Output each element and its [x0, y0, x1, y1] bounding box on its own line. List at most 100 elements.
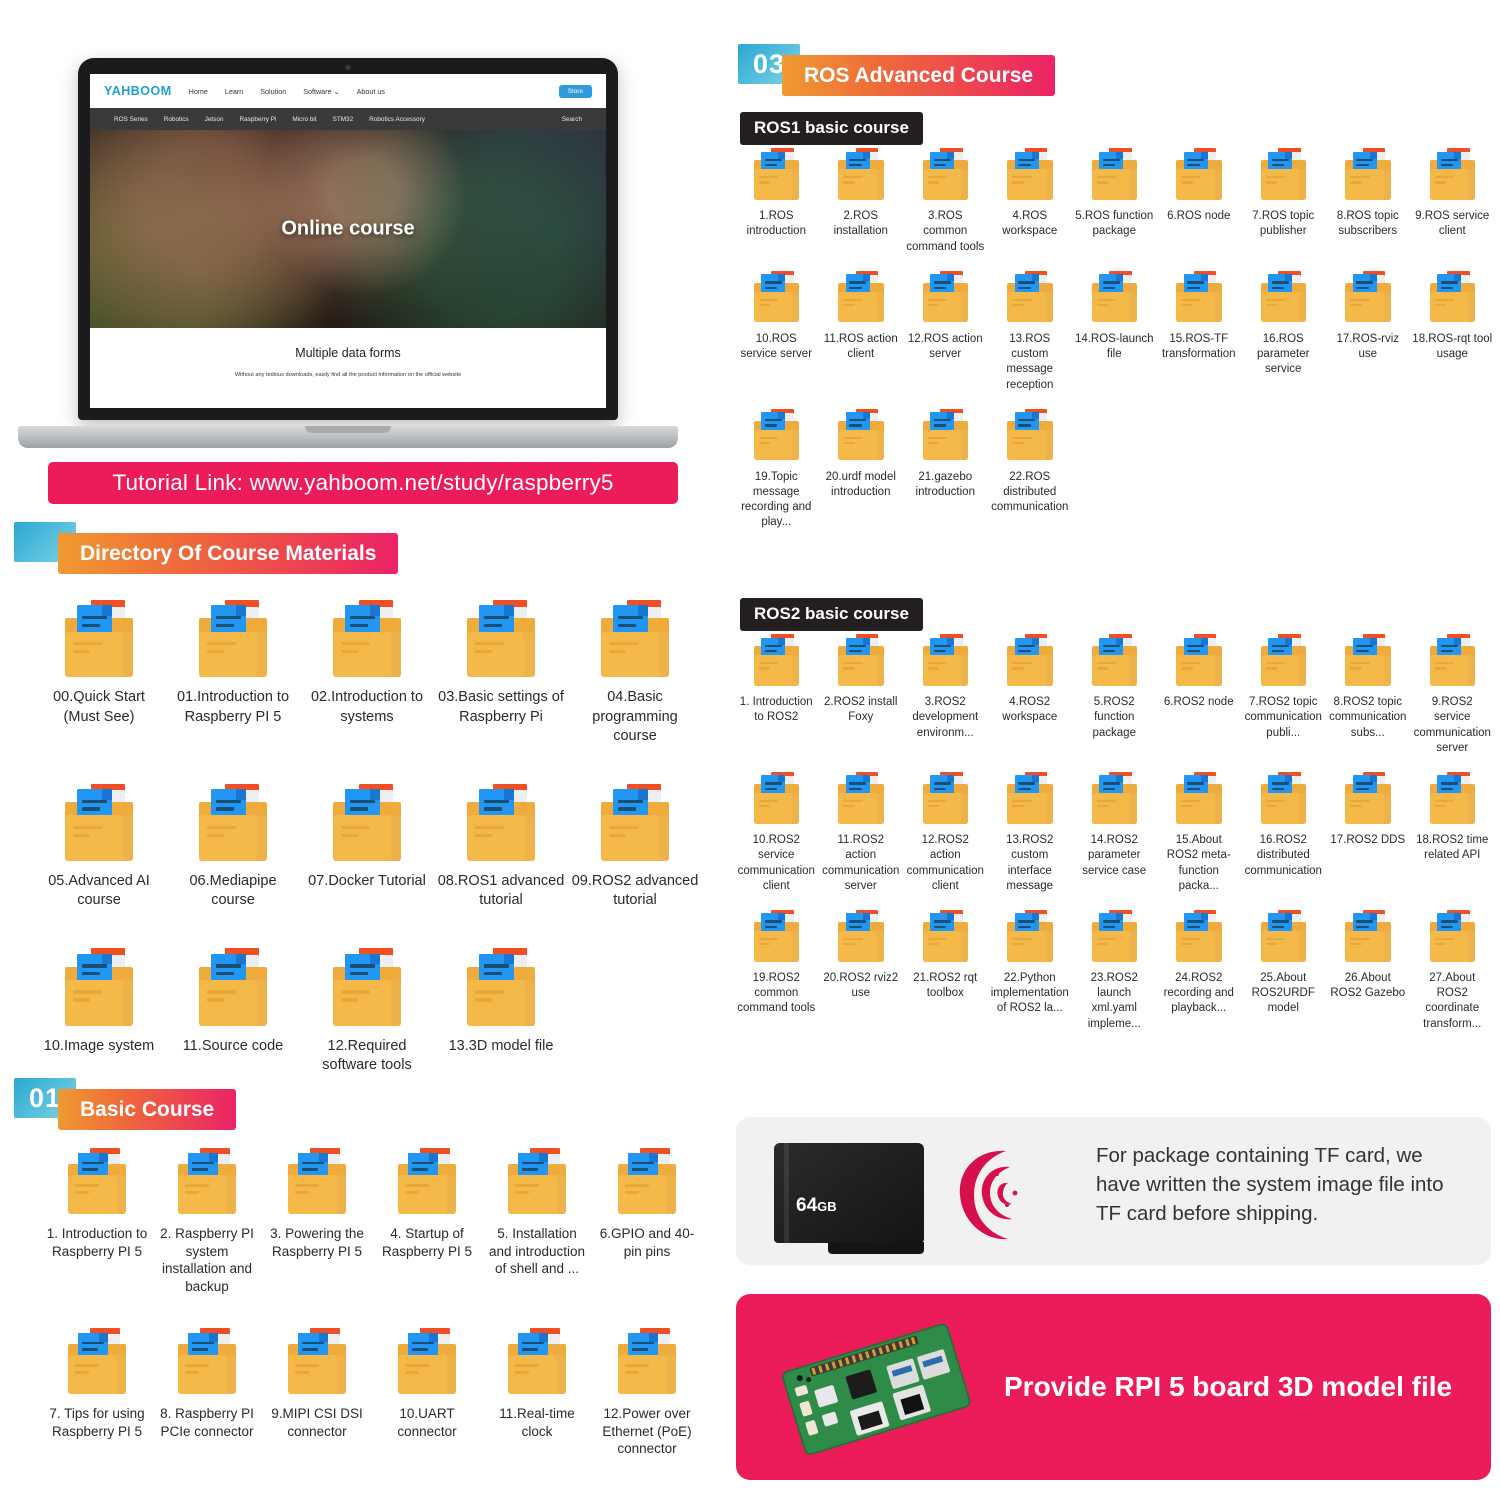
folder-item[interactable]: 13.3D model file — [434, 948, 568, 1075]
folder-item[interactable]: 11.ROS2 action communication server — [819, 771, 904, 894]
folder-item[interactable]: 20.ROS2 rviz2 use — [819, 909, 904, 1032]
folder-item[interactable]: 9.MIPI CSI DSI connector — [262, 1328, 372, 1458]
nav2-link-robotics[interactable]: Robotics — [164, 116, 189, 123]
folder-item[interactable]: 20.urdf model introduction — [819, 408, 904, 531]
folder-item[interactable]: 19.Topic message recording and play... — [734, 408, 819, 531]
folder-item[interactable]: 10.UART connector — [372, 1328, 482, 1458]
folder-item[interactable]: 15.About ROS2 meta-function packa... — [1157, 771, 1242, 894]
folder-item[interactable]: 13.ROS2 custom interface message — [988, 771, 1073, 894]
folder-item[interactable]: 8. Raspberry PI PCIe connector — [152, 1328, 262, 1458]
folder-label: 18.ROS2 time related API — [1416, 834, 1489, 862]
folder-item[interactable]: 17.ROS-rviz use — [1326, 270, 1411, 393]
folder-item[interactable]: 16.ROS parameter service — [1241, 270, 1326, 393]
folder-item[interactable]: 03.Basic settings of Raspberry Pi — [434, 600, 568, 746]
folder-item[interactable]: 06.Mediapipe course — [166, 783, 300, 911]
folder-item[interactable]: 04.Basic programming course — [568, 600, 702, 746]
folder-item[interactable]: 1.ROS introduction — [734, 148, 819, 255]
folder-icon — [1171, 909, 1227, 964]
folder-item[interactable]: 1. Introduction to Raspberry PI 5 — [42, 1148, 152, 1296]
folder-item[interactable]: 18.ROS-rqt tool usage — [1410, 270, 1495, 393]
folder-item[interactable]: 12.ROS action server — [903, 270, 988, 393]
nav-link-solution[interactable]: Solution — [260, 87, 286, 96]
nav-link-software[interactable]: Software ⌄ — [303, 87, 339, 96]
folder-item[interactable]: 22.Python implementation of ROS2 la... — [988, 909, 1073, 1032]
folder-item[interactable]: 16.ROS2 distributed communication — [1241, 771, 1326, 894]
folder-label: 01.Introduction to Raspberry PI 5 — [176, 689, 290, 725]
folder-item[interactable]: 10.Image system — [32, 948, 166, 1075]
folder-item[interactable]: 09.ROS2 advanced tutorial — [568, 783, 702, 911]
folder-item[interactable]: 27.About ROS2 coordinate transform... — [1410, 909, 1495, 1032]
folder-item[interactable]: 21.gazebo introduction — [903, 408, 988, 531]
folder-item[interactable]: 11.Source code — [166, 948, 300, 1075]
nav2-link-stm32[interactable]: STM32 — [333, 116, 354, 123]
folder-item[interactable]: 00.Quick Start (Must See) — [32, 600, 166, 746]
folder-item[interactable]: 7.ROS2 topic communication publi... — [1241, 634, 1326, 756]
folder-item[interactable]: 18.ROS2 time related API — [1410, 771, 1495, 894]
folder-item[interactable]: 12.Required software tools — [300, 948, 434, 1075]
folder-item[interactable]: 5.ROS2 function package — [1072, 634, 1157, 756]
folder-item[interactable]: 24.ROS2 recording and playback... — [1157, 909, 1242, 1032]
folder-item[interactable]: 14.ROS-launch file — [1072, 270, 1157, 393]
folder-label: 07.Docker Tutorial — [308, 873, 426, 890]
folder-item[interactable]: 9.ROS service client — [1410, 148, 1495, 255]
folder-item[interactable]: 4.ROS2 workspace — [988, 634, 1073, 756]
folder-item[interactable]: 6.ROS2 node — [1157, 634, 1242, 756]
folder-icon — [191, 948, 275, 1029]
folder-label: 14.ROS-launch file — [1074, 333, 1154, 361]
folder-item[interactable]: 4.ROS workspace — [988, 148, 1073, 255]
folder-item[interactable]: 5.ROS function package — [1072, 148, 1157, 255]
folder-icon — [833, 270, 889, 325]
folder-item[interactable]: 21.ROS2 rqt toolbox — [903, 909, 988, 1032]
folder-item[interactable]: 05.Advanced AI course — [32, 783, 166, 911]
folder-item[interactable]: 02.Introduction to systems — [300, 600, 434, 746]
folder-icon — [1171, 270, 1227, 325]
folder-item[interactable]: 11.ROS action client — [819, 270, 904, 393]
folder-item[interactable]: 13.ROS custom message reception — [988, 270, 1073, 393]
folder-item[interactable]: 2. Raspberry PI system installation and … — [152, 1148, 262, 1296]
folder-item[interactable]: 1. Introduction to ROS2 — [734, 634, 819, 756]
folder-item[interactable]: 26.About ROS2 Gazebo — [1326, 909, 1411, 1032]
folder-item[interactable]: 19.ROS2 common command tools — [734, 909, 819, 1032]
folder-item[interactable]: 9.ROS2 service communication server — [1410, 634, 1495, 756]
folder-item[interactable]: 14.ROS2 parameter service case — [1072, 771, 1157, 894]
folder-item[interactable]: 2.ROS2 install Foxy — [819, 634, 904, 756]
laptop-screen: YAHBOOM Home Learn Solution Software ⌄ A… — [90, 74, 606, 408]
folder-item[interactable]: 07.Docker Tutorial — [300, 783, 434, 911]
folder-item[interactable]: 08.ROS1 advanced tutorial — [434, 783, 568, 911]
nav2-link-robotics-accessory[interactable]: Robotics Accessory — [369, 116, 425, 123]
search-input[interactable]: Search — [562, 116, 582, 123]
nav2-link-raspberry-pi[interactable]: Raspberry Pi — [239, 116, 276, 123]
folder-item[interactable]: 3.ROS2 development environm... — [903, 634, 988, 756]
folder-item[interactable]: 7. Tips for using Raspberry PI 5 — [42, 1328, 152, 1458]
folder-item[interactable]: 15.ROS-TF transformation — [1157, 270, 1242, 393]
folder-item[interactable]: 10.ROS2 service communication client — [734, 771, 819, 894]
folder-item[interactable]: 2.ROS installation — [819, 148, 904, 255]
folder-item[interactable]: 6.ROS node — [1157, 148, 1242, 255]
nav-link-about-us[interactable]: About us — [357, 87, 385, 96]
nav2-link-jetson[interactable]: Jetson — [205, 116, 224, 123]
nav2-link-ros-series[interactable]: ROS Series — [114, 116, 148, 123]
folder-item[interactable]: 6.GPIO and 40-pin pins — [592, 1148, 702, 1296]
folder-item[interactable]: 25.About ROS2URDF model — [1241, 909, 1326, 1032]
folder-item[interactable]: 17.ROS2 DDS — [1326, 771, 1411, 894]
tf-card-size-unit: GB — [817, 1199, 837, 1214]
store-button[interactable]: Store — [558, 84, 592, 98]
tutorial-link-banner[interactable]: Tutorial Link: www.yahboom.net/study/ras… — [48, 462, 678, 504]
folder-item[interactable]: 8.ROS topic subscribers — [1326, 148, 1411, 255]
folder-item[interactable]: 12.ROS2 action communication client — [903, 771, 988, 894]
folder-item[interactable]: 4. Startup of Raspberry PI 5 — [372, 1148, 482, 1296]
folder-item[interactable]: 10.ROS service server — [734, 270, 819, 393]
folder-item[interactable]: 12.Power over Ethernet (PoE) connector — [592, 1328, 702, 1458]
folder-item[interactable]: 23.ROS2 launch xml.yaml impleme... — [1072, 909, 1157, 1032]
folder-item[interactable]: 7.ROS topic publisher — [1241, 148, 1326, 255]
nav2-link-micro-bit[interactable]: Micro bit — [292, 116, 316, 123]
nav-link-home[interactable]: Home — [189, 87, 208, 96]
folder-item[interactable]: 01.Introduction to Raspberry PI 5 — [166, 600, 300, 746]
folder-item[interactable]: 3.ROS common command tools — [903, 148, 988, 255]
folder-item[interactable]: 22.ROS distributed communication — [988, 408, 1073, 531]
folder-item[interactable]: 5. Installation and introduction of shel… — [482, 1148, 592, 1296]
folder-item[interactable]: 11.Real-time clock — [482, 1328, 592, 1458]
folder-item[interactable]: 8.ROS2 topic communication subs... — [1326, 634, 1411, 756]
nav-link-learn[interactable]: Learn — [225, 87, 243, 96]
folder-item[interactable]: 3. Powering the Raspberry PI 5 — [262, 1148, 372, 1296]
